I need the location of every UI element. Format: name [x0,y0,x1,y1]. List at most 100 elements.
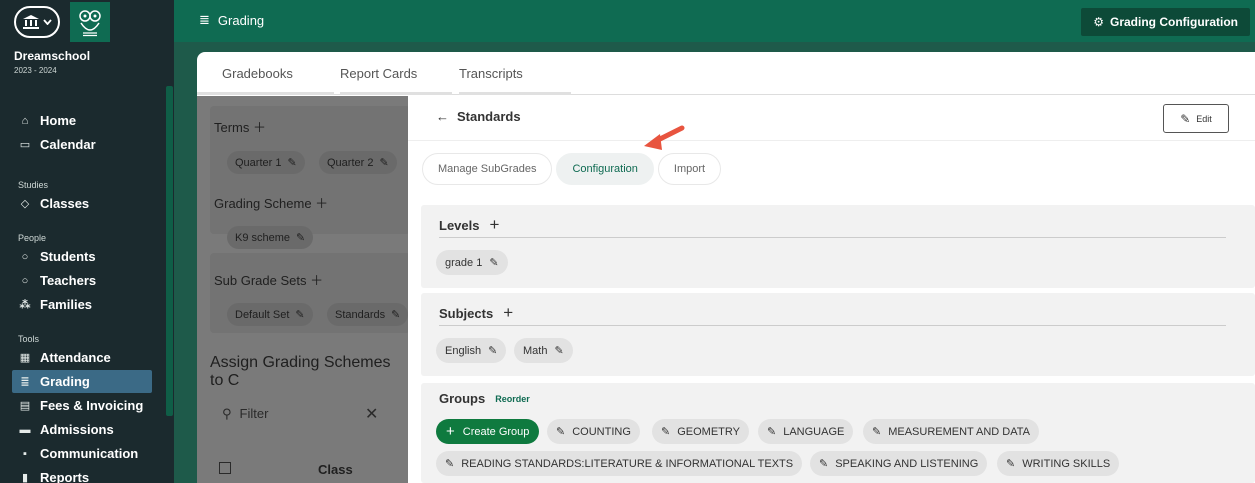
subject-chip[interactable]: Math ✎ [514,338,573,363]
pencil-icon: ✎ [445,458,455,470]
pencil-icon[interactable]: ✎ [489,256,498,269]
select-all-checkbox[interactable] [219,462,231,474]
sidebar-item-classes[interactable]: ◇ Classes [12,192,152,215]
group-chip[interactable]: ✎ SPEAKING AND LISTENING [810,451,988,476]
add-icon[interactable]: + [489,215,499,235]
scheme-chip[interactable]: K9 scheme ✎ [227,226,314,249]
chat-icon: ▪ [23,447,27,460]
user-icon: ○ [21,250,29,263]
tab-gradebooks[interactable]: Gradebooks [222,66,293,81]
subjects-title: Subjects + [439,303,514,323]
group-chip[interactable]: ✎ WRITING SKILLS [997,451,1120,476]
tab-transcripts[interactable]: Transcripts [459,66,523,81]
tab-underline [340,92,452,95]
subgrade-chip[interactable]: Standards ✎ [327,303,409,326]
groups-title: Groups Reorder [439,391,530,406]
subject-chip[interactable]: English ✎ [436,338,507,363]
filter-field[interactable]: ⚲ Filter [222,406,268,422]
group-chip[interactable]: ✎ MEASUREMENT AND DATA [863,419,1040,444]
background-overlay: Terms ＋ Quarter 1 ✎ Quarter 2 ✎ Grading Sc… [197,96,410,483]
sidebar-item-label: Attendance [40,350,111,365]
search-icon: ⚲ [222,406,232,421]
gear-icon: ⚙ [1093,15,1104,29]
pencil-icon[interactable]: ✎ [554,344,563,357]
sidebar-item-label: Calendar [40,137,96,152]
sidebar-item-teachers[interactable]: ○ Teachers [12,269,152,292]
chevron-down-icon [42,19,52,25]
assign-heading: Assign Grading Schemes to C [210,354,391,389]
standards-header: ← Standards ✎ Edit [408,96,1255,141]
calendar-icon: ▭ [19,139,31,151]
tab-underline [197,92,334,95]
pencil-icon: ✎ [379,157,389,169]
clear-filter-icon[interactable]: ✕ [365,404,378,424]
group-chip[interactable]: ✎ GEOMETRY [652,419,749,444]
pencil-icon[interactable]: ✎ [488,344,497,357]
sidebar-item-label: Reports [40,470,90,483]
invoice-icon: ▤ [19,400,31,412]
sidebar-section-studies: Studies [18,180,49,190]
school-name: Dreamschool [14,49,91,63]
standards-panel: ← Standards ✎ Edit Manage SubGrades Conf… [408,96,1255,483]
create-group-button[interactable]: + Create Group [436,419,540,444]
subjects-card: Subjects + English ✎ Math ✎ [421,293,1255,376]
subgrade-title: Sub Grade Sets ＋ [214,273,324,288]
arrow-left-icon: ← [436,109,449,124]
pencil-icon: ✎ [1180,111,1191,126]
subtab-import[interactable]: Import [657,153,722,185]
edit-button[interactable]: ✎ Edit [1163,104,1229,133]
sidebar-item-students[interactable]: ○ Students [12,245,152,268]
grading-configuration-button[interactable]: ⚙ Grading Configuration [1081,8,1250,36]
sidebar-item-home[interactable]: ⌂ Home [12,109,152,132]
standards-subtabs: Manage SubGrades Configuration Import [422,153,722,185]
sidebar-item-reports[interactable]: ▮ Reports [12,466,152,483]
reports-icon: ▮ [21,472,29,483]
sidebar-section-tools: Tools [18,334,40,344]
owl-icon [79,10,101,37]
back-button[interactable]: ← Standards [436,109,521,124]
sidebar-item-families[interactable]: ⁂ Families [12,293,152,316]
levels-title: Levels + [439,215,500,235]
sidebar-item-calendar[interactable]: ▭ Calendar [12,133,152,156]
sidebar-item-communication[interactable]: ▪ Communication [12,442,152,465]
sidebar-item-fees[interactable]: ▤ Fees & Invoicing [12,394,152,417]
sidebar: Dreamschool 2023 - 2024 ⌂ Home ▭ Calendar … [0,0,174,483]
add-icon[interactable]: + [503,303,513,323]
sidebar-item-label: Fees & Invoicing [40,398,144,413]
level-chip[interactable]: grade 1 ✎ [436,250,508,275]
grading-icon: ≣ [199,12,210,27]
institution-icon [22,15,39,29]
school-switcher[interactable] [14,6,60,38]
sidebar-item-label: Admissions [40,422,114,437]
tab-report-cards[interactable]: Report Cards [340,66,417,81]
subtab-manage-subgrades[interactable]: Manage SubGrades [422,153,553,185]
pencil-icon: ✎ [661,426,671,438]
grading-scheme-title: Grading Scheme ＋ [214,196,329,211]
pencil-icon: ✎ [819,458,829,470]
group-chip[interactable]: ✎ LANGUAGE [758,419,854,444]
pencil-icon: ✎ [391,309,401,321]
sidebar-item-admissions[interactable]: ▬ Admissions [12,418,152,441]
pencil-icon: ✎ [1006,458,1016,470]
top-bar: ≣ Grading ⚙ Grading Configuration [174,0,1255,42]
pencil-icon: ✎ [872,426,882,438]
plus-icon: + [446,423,455,440]
reorder-link[interactable]: Reorder [495,394,530,404]
subtab-configuration[interactable]: Configuration [556,153,654,185]
group-chip[interactable]: ✎ COUNTING [547,419,640,444]
sidebar-item-attendance[interactable]: ▦ Attendance [12,346,152,369]
sidebar-item-grading[interactable]: ≣ Grading [12,370,152,393]
terms-title: Terms ＋ [214,120,267,135]
pencil-icon: ✎ [295,309,305,321]
admissions-icon: ▬ [19,423,31,436]
graduation-cap-icon: ◇ [20,198,30,210]
sidebar-scrollbar[interactable] [166,86,173,416]
group-chip[interactable]: ✎ READING STANDARDS:LITERATURE & INFORMAT… [436,451,803,476]
sidebar-item-label: Communication [40,446,139,461]
sidebar-item-label: Teachers [40,273,97,288]
term-chip[interactable]: Quarter 1 ✎ [227,151,305,174]
term-chip[interactable]: Quarter 2 ✎ [319,151,397,174]
pencil-icon: ✎ [556,426,566,438]
groups-card: Groups Reorder + Create Group ✎ COUNTING ✎ G… [421,383,1255,483]
subgrade-chip[interactable]: Default Set ✎ [227,303,313,326]
